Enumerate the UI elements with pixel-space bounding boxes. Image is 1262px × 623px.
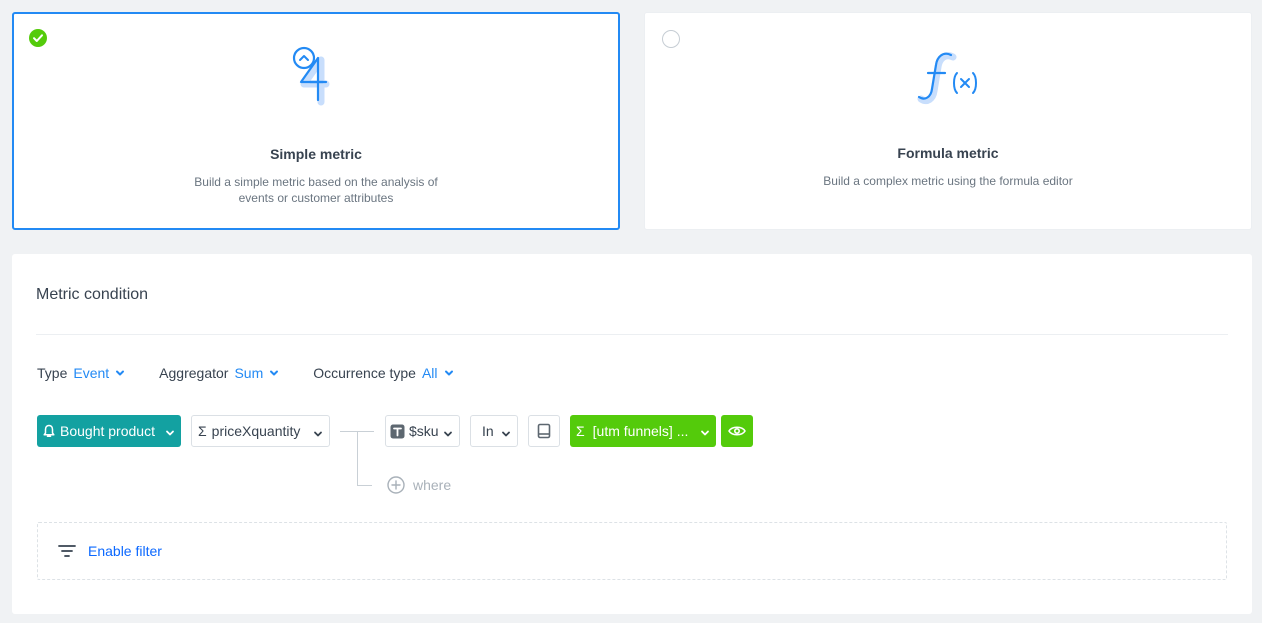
filter-icon bbox=[58, 544, 76, 558]
divider bbox=[36, 334, 1228, 335]
sigma-icon: Σ bbox=[198, 423, 207, 439]
metric-condition-panel: Metric condition Type Event Aggregator S… bbox=[12, 254, 1252, 614]
event-label: Bought product bbox=[60, 423, 155, 439]
connector-line bbox=[357, 431, 358, 485]
text-type-icon bbox=[390, 424, 405, 439]
formula-metric-card[interactable]: Formula metric Build a complex metric us… bbox=[644, 12, 1252, 230]
simple-metric-icon bbox=[290, 44, 344, 111]
chevron-down-icon bbox=[269, 365, 279, 381]
preview-button[interactable] bbox=[721, 415, 753, 447]
aggregator-option: Aggregator Sum bbox=[159, 365, 279, 381]
chevron-down-icon bbox=[313, 426, 323, 442]
aggregate-label: [utm funnels] ... bbox=[592, 423, 689, 439]
chevron-down-icon bbox=[115, 365, 125, 381]
description-line: Build a simple metric based on the analy… bbox=[194, 175, 438, 189]
aggregator-dropdown[interactable]: Sum bbox=[234, 365, 279, 381]
simple-metric-title: Simple metric bbox=[270, 146, 362, 162]
operator-dropdown[interactable]: In bbox=[470, 415, 518, 447]
formula-icon bbox=[913, 49, 987, 110]
occurrence-label: Occurrence type bbox=[313, 365, 416, 381]
catalog-icon bbox=[537, 423, 551, 439]
enable-filter-button[interactable]: Enable filter bbox=[58, 543, 162, 559]
sku-label: $sku bbox=[409, 423, 439, 439]
sku-dropdown[interactable]: $sku bbox=[385, 415, 460, 447]
chevron-down-icon bbox=[700, 425, 710, 441]
catalog-button[interactable] bbox=[528, 415, 560, 447]
add-where-button[interactable]: where bbox=[387, 476, 451, 494]
bell-icon bbox=[43, 424, 55, 438]
event-dropdown[interactable]: Bought product bbox=[37, 415, 181, 447]
chevron-down-icon bbox=[444, 365, 454, 381]
simple-metric-description: Build a simple metric based on the analy… bbox=[14, 174, 618, 206]
plus-circle-icon bbox=[387, 476, 405, 494]
sigma-icon: Σ bbox=[576, 423, 585, 439]
checkmark-icon bbox=[29, 29, 47, 47]
type-option: Type Event bbox=[37, 365, 125, 381]
chevron-down-icon bbox=[165, 425, 175, 441]
eye-icon bbox=[728, 425, 746, 437]
occurrence-value: All bbox=[421, 365, 438, 381]
chevron-down-icon bbox=[443, 426, 453, 442]
where-label: where bbox=[413, 477, 452, 493]
aggregator-label: Aggregator bbox=[159, 365, 229, 381]
description-line: events or customer attributes bbox=[238, 191, 394, 205]
options-row: Type Event Aggregator Sum Occurrence typ… bbox=[37, 365, 488, 381]
aggregator-value: Sum bbox=[234, 365, 264, 381]
occurrence-dropdown[interactable]: All bbox=[422, 365, 454, 381]
type-label: Type bbox=[37, 365, 68, 381]
connector-line bbox=[357, 485, 372, 486]
formula-metric-title: Formula metric bbox=[897, 145, 999, 161]
type-dropdown[interactable]: Event bbox=[73, 365, 125, 381]
aggregate-dropdown[interactable]: Σ [utm funnels] ... bbox=[570, 415, 716, 447]
panel-title: Metric condition bbox=[36, 286, 149, 303]
parameter-label: priceXquantity bbox=[211, 423, 301, 439]
radio-button[interactable] bbox=[662, 30, 680, 48]
enable-filter-label: Enable filter bbox=[88, 543, 162, 559]
chevron-down-icon bbox=[501, 426, 511, 442]
type-value: Event bbox=[73, 365, 110, 381]
simple-metric-card[interactable]: Simple metric Build a simple metric base… bbox=[12, 12, 620, 230]
filter-section: Enable filter bbox=[37, 522, 1227, 580]
formula-metric-description: Build a complex metric using the formula… bbox=[823, 174, 1073, 188]
operator-label: In bbox=[482, 423, 494, 439]
parameter-dropdown[interactable]: Σ priceXquantity bbox=[191, 415, 330, 447]
occurrence-option: Occurrence type All bbox=[313, 365, 453, 381]
